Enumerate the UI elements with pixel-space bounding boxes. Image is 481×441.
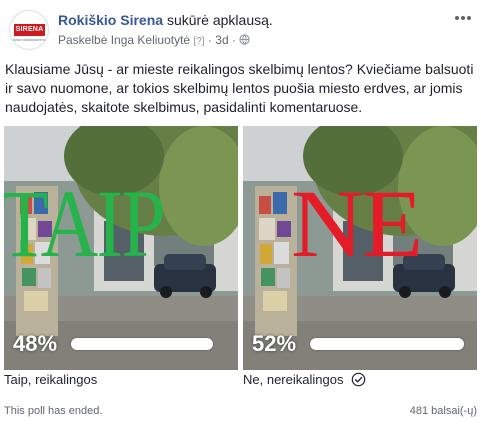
poll-option-taip[interactable]: TAIP 48% xyxy=(4,126,238,370)
option-image-text: NE xyxy=(291,170,423,277)
post-action-text: sukūrė apklausą. xyxy=(166,12,273,28)
check-circle-icon xyxy=(351,372,366,387)
post-meta: Paskelbė Inga Keliuotytė [?] · 3d · xyxy=(58,33,250,47)
poll-option-ne[interactable]: NE 52% xyxy=(243,126,477,370)
avatar-logo-text: SIRENA xyxy=(14,24,45,36)
poll-vote-count[interactable]: 481 balsai(-ų) xyxy=(410,405,477,417)
option-image-text: TAIP xyxy=(4,170,166,277)
author-name[interactable]: Inga Keliuotytė xyxy=(111,33,190,47)
post-header: SIRENA www.rokiskiosirena.lt Rokiškio Si… xyxy=(0,0,481,56)
poll-option-label-ne[interactable]: Ne, nereikalingos xyxy=(243,372,366,387)
author-badge[interactable]: [?] xyxy=(193,36,204,47)
poll-status: This poll has ended. xyxy=(4,405,103,417)
meta-separator: · xyxy=(207,33,212,47)
option-percent: 52% xyxy=(252,331,297,356)
option-label-text: Taip, reikalingos xyxy=(4,372,98,387)
avatar-subtext: www.rokiskiosirena.lt xyxy=(12,37,49,42)
page-avatar[interactable]: SIRENA www.rokiskiosirena.lt xyxy=(9,10,49,50)
option-percent: 48% xyxy=(13,331,58,356)
post-text: Klausiame Jūsų - ar mieste reikalingos s… xyxy=(5,61,474,115)
more-icon[interactable] xyxy=(453,10,473,26)
page-name-link[interactable]: Rokiškio Sirena xyxy=(58,12,163,28)
poll-option-label-taip[interactable]: Taip, reikalingos xyxy=(4,372,97,387)
post-age[interactable]: 3d xyxy=(215,33,228,47)
post-title: Rokiškio Sirena sukūrė apklausą. xyxy=(58,12,273,28)
meta-separator-2: · xyxy=(231,33,236,47)
option-label-text: Ne, nereikalingos xyxy=(243,372,344,387)
option-progress-bar xyxy=(310,338,464,350)
globe-icon[interactable] xyxy=(239,34,250,45)
option-progress-bar xyxy=(71,338,213,350)
meta-prefix: Paskelbė xyxy=(58,33,108,47)
